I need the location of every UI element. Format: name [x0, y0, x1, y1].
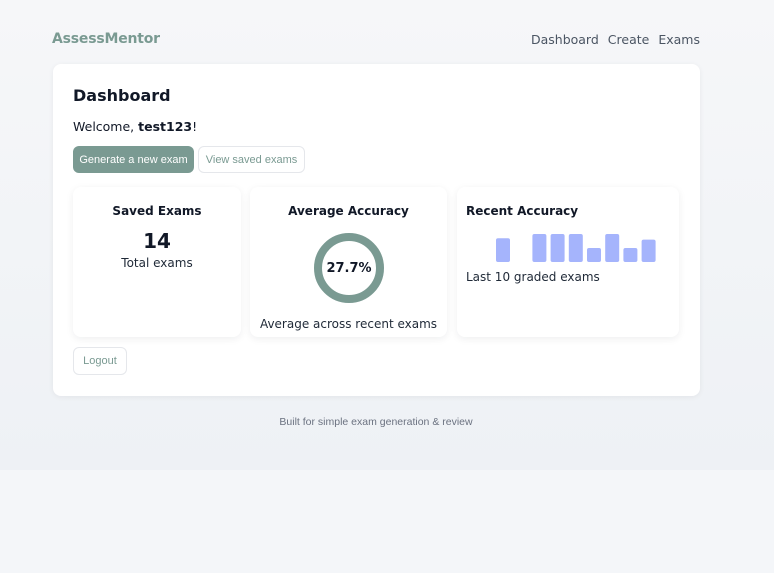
- accuracy-bar-3: [532, 234, 547, 262]
- welcome-prefix: Welcome,: [73, 119, 139, 134]
- accuracy-bar-7: [605, 234, 620, 262]
- dashboard-card: Dashboard Welcome, test123! Generate a n…: [53, 64, 700, 396]
- accuracy-bar-9: [641, 239, 656, 262]
- generate-exam-button[interactable]: Generate a new exam: [73, 146, 194, 173]
- recent-accuracy-title: Recent Accuracy: [466, 204, 579, 218]
- saved-exams-count: 14: [143, 229, 171, 253]
- username: test123: [138, 119, 193, 134]
- saved-exams-sub: Total exams: [121, 256, 193, 270]
- nav-create[interactable]: Create: [608, 32, 650, 47]
- recent-accuracy-chart: [495, 232, 659, 262]
- recent-accuracy-card: Recent Accuracy Last 10 graded exams: [457, 187, 679, 337]
- logout-button[interactable]: Logout: [73, 347, 127, 375]
- page-title: Dashboard: [73, 86, 171, 105]
- accuracy-bar-1: [496, 238, 510, 262]
- recent-accuracy-sub: Last 10 graded exams: [466, 270, 600, 284]
- saved-exams-title: Saved Exams: [112, 204, 202, 218]
- accuracy-donut: 27.7%: [313, 232, 385, 304]
- average-accuracy-card: Average Accuracy 27.7% Average across re…: [250, 187, 447, 337]
- accuracy-bar-6: [587, 248, 601, 262]
- average-accuracy-sub: Average across recent exams: [259, 317, 438, 331]
- accuracy-bar-5: [568, 234, 583, 262]
- view-saved-exams-button[interactable]: View saved exams: [198, 146, 305, 173]
- nav-exams[interactable]: Exams: [658, 32, 700, 47]
- nav-dashboard[interactable]: Dashboard: [531, 32, 599, 47]
- brand-logo[interactable]: AssessMentor: [52, 31, 160, 47]
- welcome-message: Welcome, test123!: [73, 119, 197, 134]
- accuracy-bar-4: [550, 234, 565, 262]
- footer-text: Built for simple exam generation & revie…: [279, 416, 473, 428]
- accuracy-bar-8: [623, 248, 638, 262]
- welcome-suffix: !: [192, 119, 198, 134]
- average-accuracy-value: 27.7%: [326, 260, 372, 276]
- average-accuracy-title: Average Accuracy: [288, 204, 409, 218]
- saved-exams-card: Saved Exams 14 Total exams: [73, 187, 241, 337]
- top-nav: Dashboard Create Exams: [531, 32, 700, 47]
